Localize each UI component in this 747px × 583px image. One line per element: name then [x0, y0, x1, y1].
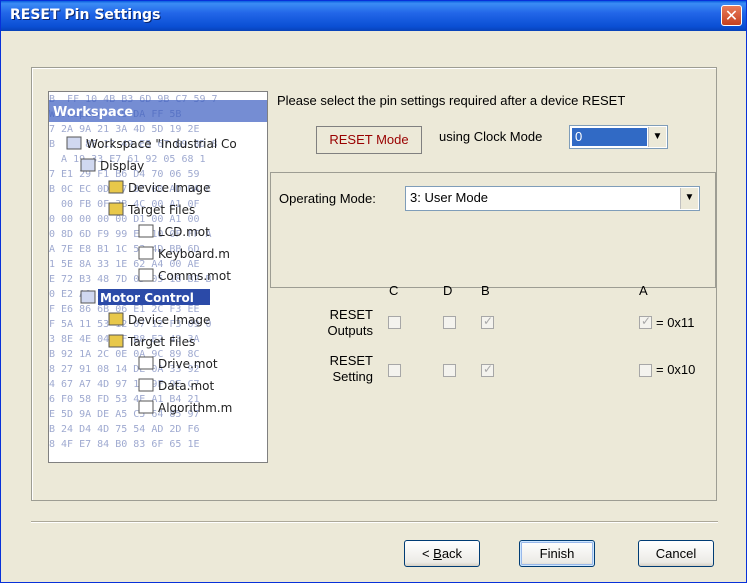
reset-setting-c-checkbox[interactable] [388, 364, 401, 377]
finish-button[interactable]: Finish [519, 540, 595, 567]
close-button[interactable]: ✕ [721, 5, 742, 26]
back-arrow-text: < [421, 546, 434, 561]
reset-outputs-label-line1: RESET [329, 307, 373, 322]
tree-node-label: Motor Control [100, 291, 194, 305]
tree-node-icon [108, 180, 124, 194]
reset-outputs-label-line2: Outputs [327, 323, 373, 338]
column-header-b: B [481, 283, 490, 298]
back-access-key: B [433, 546, 442, 561]
tree-node-label: Device Image [128, 313, 210, 327]
tree-node-icon [108, 202, 124, 216]
close-icon: ✕ [724, 6, 739, 25]
tree-node-label: Algorithm.m [158, 401, 232, 415]
tree-node-label: Keyboard.m [158, 247, 230, 261]
tree-node-label: Display [100, 159, 144, 173]
instruction-text: Please select the pin settings required … [277, 93, 626, 108]
back-label-rest: ack [441, 546, 463, 561]
reset-setting-label: RESET Setting [313, 353, 373, 385]
tree-node-label: Target Files [127, 203, 195, 217]
tree-node-icon [138, 400, 154, 414]
operating-mode-label: Operating Mode: [279, 191, 376, 206]
workspace-illustration: B FF 10 4B B3 6D 9B C7 59 7 Workspace 48… [48, 91, 268, 463]
column-header-a: A [639, 283, 648, 298]
reset-outputs-a-checkbox[interactable] [639, 314, 652, 329]
dropdown-arrow-icon[interactable]: ▼ [680, 188, 698, 209]
tree-node-icon [138, 246, 154, 260]
reset-setting-label-line1: RESET [329, 353, 373, 368]
reset-outputs-hex-value: = 0x11 [656, 315, 695, 330]
back-button[interactable]: < Back [404, 540, 480, 567]
clock-mode-label: using Clock Mode [439, 129, 543, 144]
tree-node-icon [108, 312, 124, 326]
tree-node-label: Comms.mot [158, 269, 231, 283]
tree-node-icon [138, 378, 154, 392]
tree-node-label: Target Files [127, 335, 195, 349]
workspace-tree-image: Workspace Workspace "Industrial Co Display… [49, 100, 267, 415]
tree-node-label: Workspace "Industrial Co [86, 137, 237, 151]
column-header-d: D [443, 283, 453, 298]
tree-node-icon [80, 290, 96, 304]
window-title: RESET Pin Settings [10, 7, 161, 23]
dropdown-arrow-icon[interactable]: ▼ [648, 127, 666, 147]
cancel-button[interactable]: Cancel [638, 540, 714, 567]
tree-node-icon [138, 224, 154, 238]
tree-node-label: Data.mot [158, 379, 214, 393]
tree-node-label: Device Image [128, 181, 210, 195]
clock-mode-select[interactable]: 0 ▼ [569, 125, 668, 149]
reset-mode-label: RESET Mode [316, 126, 422, 154]
tree-node-icon [108, 334, 124, 348]
reset-outputs-b-checkbox[interactable] [481, 314, 494, 329]
tree-node-label: LCD.mot [158, 225, 210, 239]
dialog-window: RESET Pin Settings ✕ B FF 10 4B B3 6D 9B… [0, 0, 747, 583]
operating-mode-value: 3: User Mode [410, 190, 489, 205]
reset-outputs-d-checkbox[interactable] [443, 316, 456, 329]
column-header-c: C [389, 283, 399, 298]
operating-mode-select[interactable]: 3: User Mode ▼ [405, 186, 700, 211]
reset-setting-label-line2: Setting [332, 369, 373, 384]
reset-setting-b-checkbox[interactable] [481, 362, 494, 377]
tree-header-text: Workspace [53, 105, 133, 120]
reset-outputs-label: RESET Outputs [313, 307, 373, 339]
reset-setting-hex-value: = 0x10 [656, 362, 696, 377]
button-separator [31, 521, 718, 523]
reset-outputs-c-checkbox[interactable] [388, 316, 401, 329]
reset-setting-d-checkbox[interactable] [443, 364, 456, 377]
tree-node-icon [66, 136, 82, 150]
tree-node-icon [138, 356, 154, 370]
clock-mode-value: 0 [572, 128, 647, 146]
tree-node-icon [80, 158, 96, 172]
reset-setting-a-checkbox[interactable] [639, 364, 652, 377]
title-bar[interactable]: RESET Pin Settings ✕ [1, 1, 746, 31]
tree-node-label: Drive.mot [158, 357, 218, 371]
tree-node-icon [138, 268, 154, 282]
